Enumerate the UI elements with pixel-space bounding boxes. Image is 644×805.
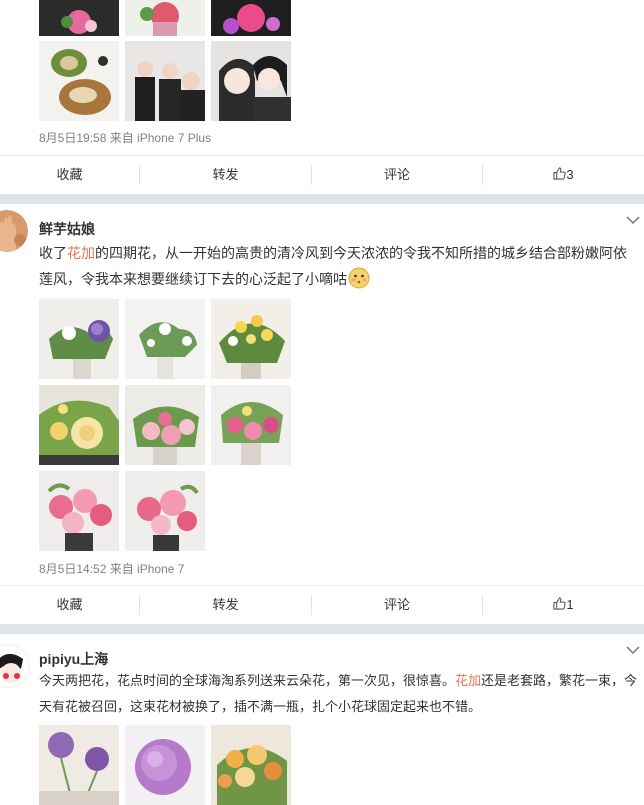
post-image[interactable]	[125, 471, 205, 551]
avatar[interactable]	[0, 210, 28, 252]
like-count: 1	[566, 597, 574, 612]
chevron-down-icon[interactable]	[626, 215, 640, 225]
post-image[interactable]	[125, 0, 205, 36]
post-text-part: 今天两把花，花点时间的全球海淘系列送来云朵花，第一次见，很惊喜。	[39, 673, 456, 688]
repost-button[interactable]: 转发	[140, 156, 311, 194]
post-image[interactable]	[125, 299, 205, 379]
post-meta: 8月5日19:58 来自 iPhone 7 Plus	[39, 131, 212, 145]
feed-separator	[0, 194, 644, 204]
post-image[interactable]	[211, 725, 291, 805]
weibo-card: pipiyu上海 今天两把花，花点时间的全球海淘系列送来云朵花，第一次见，很惊喜…	[0, 634, 644, 805]
feed-separator	[0, 624, 644, 634]
post-image[interactable]	[39, 0, 119, 36]
post-image[interactable]	[39, 725, 119, 805]
post-image[interactable]	[211, 41, 291, 121]
like-button[interactable]: 3	[483, 156, 644, 194]
post-image[interactable]	[39, 299, 119, 379]
post-text: 收了花加的四期花，从一开始的高贵的清冷风到今天浓浓的令我不知所措的城乡结合部粉嫩…	[39, 240, 639, 292]
action-bar: 收藏 转发 评论 3	[0, 155, 644, 194]
comment-button[interactable]: 评论	[312, 156, 482, 194]
nickname[interactable]: pipiyu上海	[39, 649, 108, 669]
comment-button[interactable]: 评论	[312, 586, 482, 624]
weibo-card: 鲜芋姑娘 收了花加的四期花，从一开始的高贵的清冷风到今天浓浓的令我不知所措的城乡…	[0, 204, 644, 625]
chevron-down-icon[interactable]	[626, 645, 640, 655]
post-image[interactable]	[125, 41, 205, 121]
post-image[interactable]	[211, 299, 291, 379]
post-image[interactable]	[39, 41, 119, 121]
thumbs-up-icon	[553, 167, 567, 180]
topic-link[interactable]: 花加	[67, 245, 95, 261]
post-image[interactable]	[39, 471, 119, 551]
like-button[interactable]: 1	[483, 586, 644, 624]
post-image[interactable]	[211, 0, 291, 36]
post-text-part: 收了	[39, 245, 67, 261]
favorite-button[interactable]: 收藏	[0, 586, 139, 624]
avatar[interactable]	[0, 644, 30, 688]
nickname[interactable]: 鲜芋姑娘	[39, 219, 95, 239]
post-meta: 8月5日14:52 来自 iPhone 7	[39, 562, 185, 576]
post-text-part: 的四期花，从一开始的高贵的清冷风到今天浓浓的令我不知所措的城乡结合部粉嫩阿依莲风…	[39, 245, 627, 287]
post-image[interactable]	[39, 385, 119, 465]
post-text: 今天两把花，花点时间的全球海淘系列送来云朵花，第一次见，很惊喜。花加还是老套路，…	[39, 668, 639, 720]
repost-button[interactable]: 转发	[140, 586, 311, 624]
blush-face-icon	[348, 267, 370, 289]
weibo-card-previous: 8月5日19:58 来自 iPhone 7 Plus 收藏 转发 评论 3	[0, 0, 644, 195]
thumbs-up-icon	[553, 597, 567, 610]
post-image[interactable]	[211, 385, 291, 465]
post-image[interactable]	[125, 725, 205, 805]
post-image[interactable]	[125, 385, 205, 465]
topic-link[interactable]: 花加	[455, 673, 481, 688]
action-bar: 收藏 转发 评论 1	[0, 585, 644, 624]
like-count: 3	[566, 167, 574, 182]
favorite-button[interactable]: 收藏	[0, 156, 139, 194]
